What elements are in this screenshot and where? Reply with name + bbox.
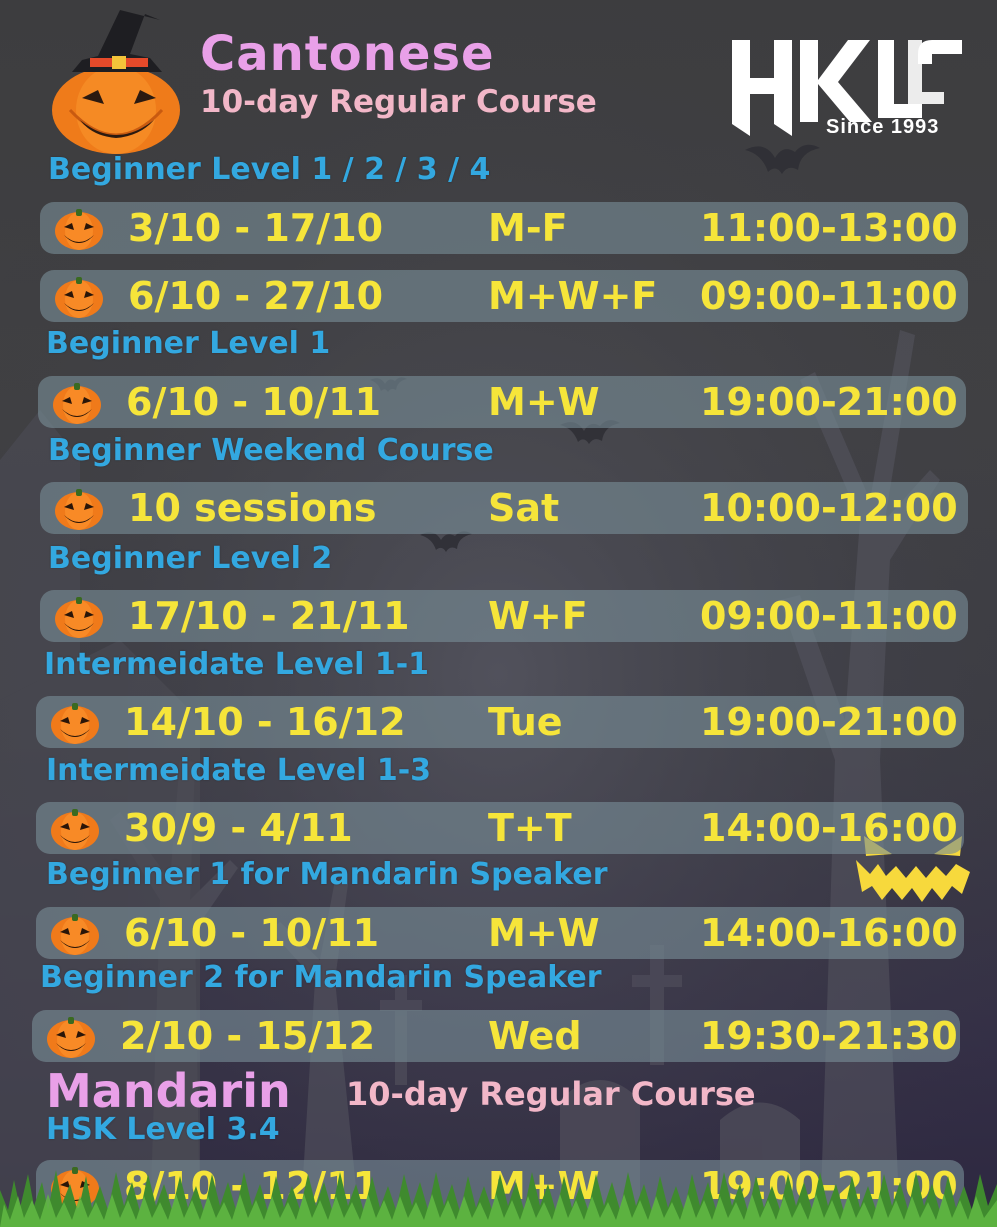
session-dates: 6/10 - 10/11	[124, 911, 380, 955]
session-days: T+T	[488, 806, 572, 850]
section-heading: HSK Level 3.4	[46, 1112, 280, 1147]
session-dates: 30/9 - 4/11	[124, 806, 353, 850]
session-time: 19:00-21:00	[700, 700, 958, 744]
schedule: Beginner Level 1 / 2 / 3 / 4 3/10 - 17/10…	[0, 0, 997, 1227]
session-days: W+F	[488, 594, 588, 638]
section-heading: Beginner Level 1 / 2 / 3 / 4	[48, 152, 491, 187]
session-days: Tue	[488, 700, 563, 744]
section-heading: Beginner 2 for Mandarin Speaker	[40, 960, 602, 995]
session-dates: 6/10 - 27/10	[128, 274, 384, 318]
section-heading: Beginner Level 1	[46, 326, 331, 361]
mandarin-title: Mandarin	[46, 1064, 291, 1118]
session-dates: 2/10 - 15/12	[120, 1014, 376, 1058]
session-dates: 17/10 - 21/11	[128, 594, 410, 638]
pumpkin-icon	[51, 914, 99, 955]
schedule-row: 6/10 - 27/10 M+W+F 09:00-11:00	[40, 270, 968, 322]
schedule-row: 17/10 - 21/11 W+F 09:00-11:00	[40, 590, 968, 642]
pumpkin-icon	[55, 277, 103, 318]
section-heading: Beginner 1 for Mandarin Speaker	[46, 857, 608, 892]
schedule-row: 14/10 - 16/12 Tue 19:00-21:00	[36, 696, 964, 748]
session-time: 19:00-21:00	[700, 380, 958, 424]
schedule-row: 10 sessions Sat 10:00-12:00	[40, 482, 968, 534]
pumpkin-icon	[55, 209, 103, 250]
session-days: M-F	[488, 206, 568, 250]
pumpkin-icon	[55, 489, 103, 530]
pumpkin-icon	[55, 597, 103, 638]
session-days: M+W	[488, 380, 600, 424]
session-days: Wed	[488, 1014, 582, 1058]
pumpkin-icon	[53, 383, 101, 424]
session-time: 09:00-11:00	[700, 274, 958, 318]
pumpkin-icon	[51, 703, 99, 744]
schedule-row: 30/9 - 4/11 T+T 14:00-16:00	[36, 802, 964, 854]
session-time: 11:00-13:00	[700, 206, 958, 250]
pumpkin-icon	[47, 1017, 95, 1058]
schedule-row: 2/10 - 15/12 Wed 19:30-21:30	[32, 1010, 960, 1062]
grass-decoration	[0, 1170, 997, 1227]
section-heading: Beginner Level 2	[48, 541, 333, 576]
session-days: M+W+F	[488, 274, 658, 318]
mandarin-subtitle: 10-day Regular Course	[346, 1075, 756, 1113]
section-heading: Intermeidate Level 1-3	[46, 753, 432, 788]
schedule-row: 6/10 - 10/11 M+W 14:00-16:00	[36, 907, 964, 959]
session-dates: 3/10 - 17/10	[128, 206, 384, 250]
schedule-row: 3/10 - 17/10 M-F 11:00-13:00	[40, 202, 968, 254]
session-days: M+W	[488, 911, 600, 955]
schedule-row: 6/10 - 10/11 M+W 19:00-21:00	[38, 376, 966, 428]
session-dates: 10 sessions	[128, 486, 377, 530]
session-days: Sat	[488, 486, 560, 530]
session-dates: 14/10 - 16/12	[124, 700, 406, 744]
section-heading: Beginner Weekend Course	[48, 433, 494, 468]
pumpkin-icon	[51, 809, 99, 850]
session-dates: 6/10 - 10/11	[126, 380, 382, 424]
section-heading: Intermeidate Level 1-1	[44, 647, 430, 682]
session-time: 14:00-16:00	[700, 911, 958, 955]
session-time: 19:30-21:30	[700, 1014, 958, 1058]
session-time: 10:00-12:00	[700, 486, 958, 530]
session-time: 14:00-16:00	[700, 806, 958, 850]
session-time: 09:00-11:00	[700, 594, 958, 638]
